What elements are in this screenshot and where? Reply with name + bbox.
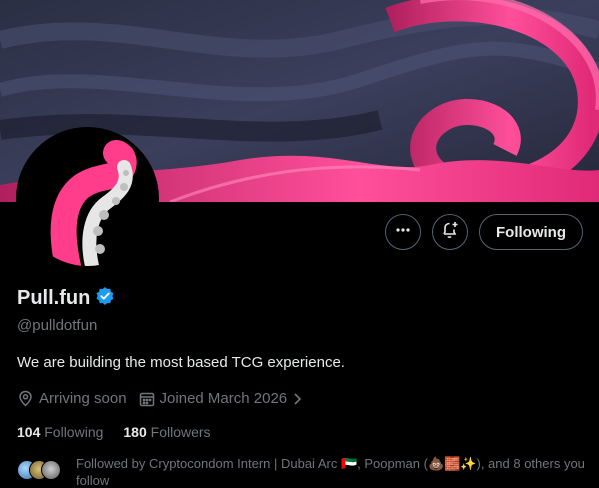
profile-meta: Arriving soon Joined March 2026 (17, 390, 587, 407)
followers-count-link[interactable]: 180 Followers (123, 424, 210, 440)
profile-bio: We are building the most based TCG exper… (17, 354, 345, 371)
following-label: Following (44, 424, 104, 440)
location-pin-icon (17, 390, 34, 407)
calendar-icon (139, 391, 155, 407)
follow-counts: 104 Following 180 Followers (17, 424, 587, 440)
bell-plus-icon (440, 220, 460, 245)
mutual-avatars (17, 460, 73, 480)
octopus-tentacle-logo (20, 131, 155, 266)
followers-you-know[interactable]: Followed by Cryptocondom Intern | Dubai … (17, 455, 587, 488)
profile-avatar[interactable] (16, 127, 159, 270)
following-button[interactable]: Following (479, 214, 583, 250)
following-count: 104 (17, 424, 41, 440)
followers-count: 180 (123, 424, 147, 440)
profile-action-bar: Following (385, 214, 583, 250)
more-horizontal-icon (394, 221, 412, 244)
followed-by-text: Followed by Cryptocondom Intern | Dubai … (76, 456, 585, 488)
chevron-right-icon (292, 392, 302, 406)
name-row: Pull.fun (17, 286, 587, 311)
joined-item[interactable]: Joined March 2026 (139, 390, 303, 407)
display-name: Pull.fun (17, 287, 91, 309)
followers-label: Followers (150, 424, 211, 440)
joined-text: Joined March 2026 (159, 390, 288, 407)
location-item: Arriving soon (17, 390, 127, 407)
profile-info: Pull.fun @pulldotfun We are building the… (17, 286, 587, 488)
mutual-avatar (41, 460, 61, 480)
location-text: Arriving soon (39, 390, 127, 407)
notifications-button[interactable] (432, 214, 469, 250)
user-handle: @pulldotfun (17, 317, 98, 334)
verified-badge-icon[interactable] (95, 286, 115, 311)
following-count-link[interactable]: 104 Following (17, 424, 103, 440)
more-options-button[interactable] (385, 214, 422, 250)
